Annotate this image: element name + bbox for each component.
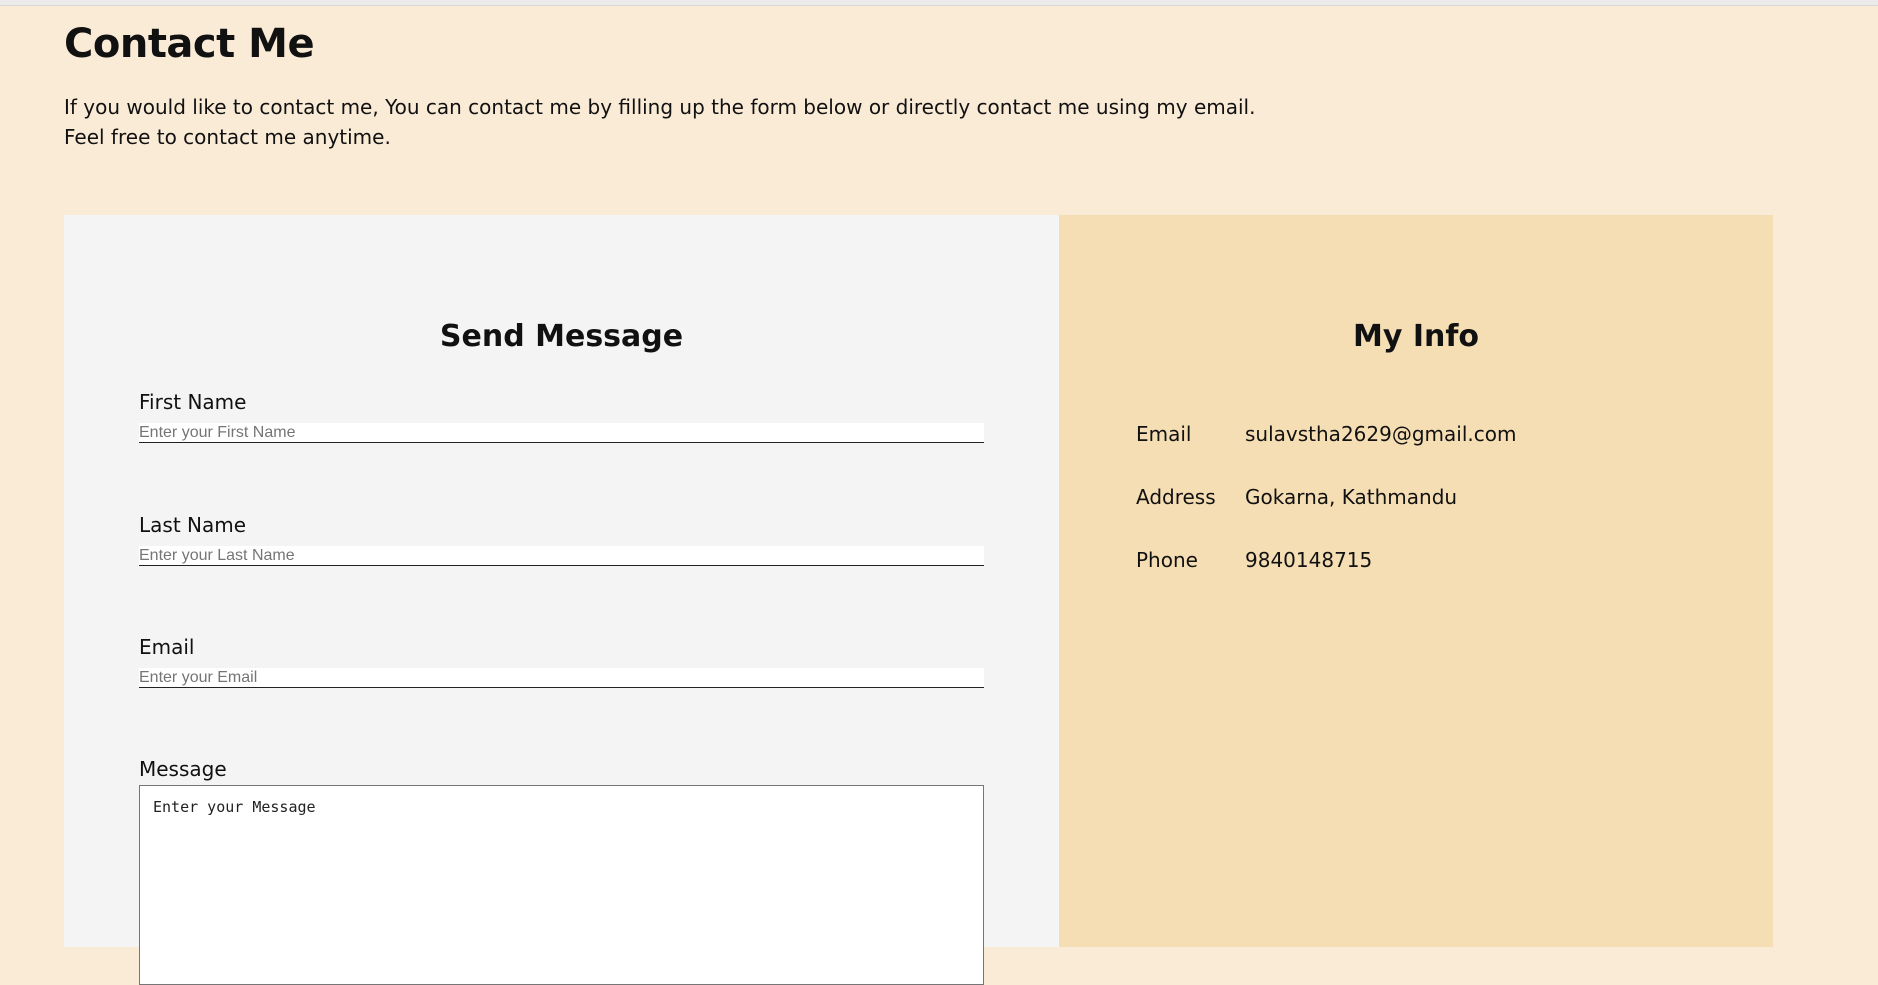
my-info-title: My Info	[1352, 319, 1480, 354]
send-message-title: Send Message	[439, 319, 684, 354]
email-input[interactable]	[139, 668, 984, 688]
info-key: Phone	[1136, 548, 1198, 572]
info-value-address: Gokarna, Kathmandu	[1245, 485, 1458, 509]
info-key: Address	[1136, 485, 1216, 509]
info-row-phone: Phone 9840148715	[1136, 547, 1372, 573]
info-row-email: Email sulavstha2629@gmail.com	[1136, 421, 1516, 447]
info-row-address: Address Gokarna, Kathmandu	[1136, 484, 1457, 510]
my-info-panel: My Info Email sulavstha2629@gmail.com Add…	[1059, 215, 1773, 947]
last-name-label: Last Name	[139, 513, 247, 537]
message-textarea[interactable]	[139, 785, 984, 985]
info-value-email: sulavstha2629@gmail.com	[1245, 422, 1517, 446]
message-label: Message	[139, 757, 227, 781]
first-name-label: First Name	[139, 390, 247, 414]
intro-line-1: If you would like to contact me, You can…	[64, 95, 1256, 119]
intro-text: If you would like to contact me, You can…	[64, 92, 1364, 152]
last-name-input[interactable]	[139, 546, 984, 566]
contact-page: Contact Me If you would like to contact …	[0, 0, 1878, 985]
first-name-input[interactable]	[139, 423, 984, 443]
intro-line-2: Feel free to contact me anytime.	[64, 125, 391, 149]
send-message-panel: Send Message First Name Last Name Email …	[64, 215, 1059, 985]
info-value-phone: 9840148715	[1245, 548, 1373, 572]
info-key: Email	[1136, 422, 1192, 446]
page-title: Contact Me	[64, 21, 315, 67]
email-label: Email	[139, 635, 195, 659]
